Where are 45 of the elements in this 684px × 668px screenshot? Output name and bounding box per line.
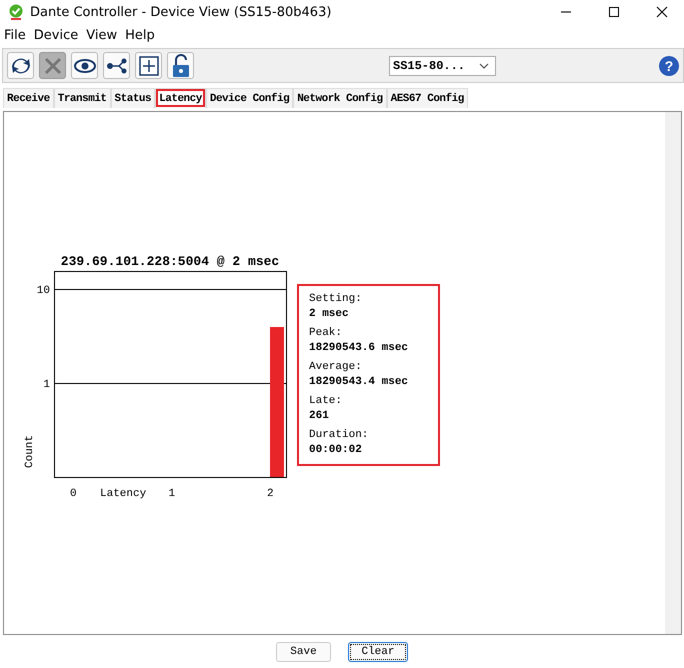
x-axis-label: Latency xyxy=(100,488,146,500)
help-button[interactable]: ? xyxy=(659,56,679,76)
plus-box-icon xyxy=(138,54,160,76)
tab[interactable]: Latency xyxy=(155,88,206,108)
app-logo-icon xyxy=(8,4,24,20)
menu-item[interactable]: Help xyxy=(125,28,155,42)
x-tick-label: 2 xyxy=(267,488,274,500)
action-button[interactable]: Save xyxy=(276,642,331,662)
stat-label: Duration: xyxy=(309,428,370,442)
toolbar-button[interactable] xyxy=(167,52,194,79)
y-tick-label: 10 xyxy=(36,285,50,297)
toolbar-button[interactable] xyxy=(7,52,34,79)
stat-value: 18290543.6 msec xyxy=(309,341,410,356)
tab[interactable]: Device Config xyxy=(206,88,294,108)
toolbar-button[interactable] xyxy=(103,52,130,79)
stat-value: 261 xyxy=(309,409,330,424)
action-button[interactable]: Clear xyxy=(348,642,408,662)
stat-label: Setting: xyxy=(309,292,363,306)
menu-item[interactable]: File xyxy=(4,28,26,42)
stat-value: 2 msec xyxy=(309,307,350,322)
stat-label: Average: xyxy=(309,360,363,374)
stat-value: 00:00:02 xyxy=(309,443,363,458)
y-tick-label: 1 xyxy=(43,379,50,391)
tab[interactable]: Transmit xyxy=(54,88,111,108)
x-tick-label: 0 xyxy=(70,488,77,500)
tab[interactable]: Network Config xyxy=(293,88,387,108)
toolbar-button[interactable] xyxy=(135,52,162,79)
x-tick-label: 1 xyxy=(168,488,176,500)
tab[interactable]: Status xyxy=(110,88,156,108)
scrollbar[interactable] xyxy=(665,112,681,634)
stat-value: 18290543.4 msec xyxy=(309,375,410,390)
chevron-down-icon xyxy=(479,62,489,68)
menu-item[interactable]: View xyxy=(86,28,118,42)
tab[interactable]: Receive xyxy=(3,88,54,108)
chart-title: 239.69.101.228:5004 @ 2 msec xyxy=(60,254,280,269)
y-axis-label: Count xyxy=(24,434,36,468)
tab[interactable]: AES67 Config xyxy=(386,88,468,108)
stat-label: Late: xyxy=(309,394,344,408)
maximize-icon[interactable] xyxy=(608,6,620,18)
device-dropdown[interactable]: SS15-80... xyxy=(389,56,496,76)
close-icon[interactable] xyxy=(656,6,668,18)
toolbar-button[interactable] xyxy=(71,52,98,79)
stat-label: Peak: xyxy=(309,326,344,340)
menu-item[interactable]: Device xyxy=(34,28,78,42)
window-title: Dante Controller - Device View (SS15-80b463) xyxy=(30,4,332,20)
